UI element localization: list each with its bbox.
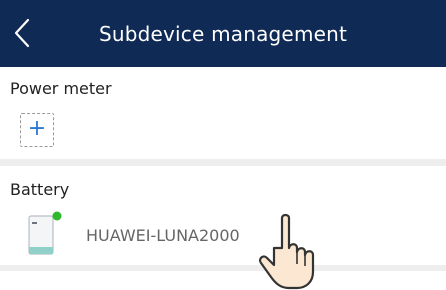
battery-device-icon[interactable] [26, 210, 62, 258]
power-meter-section: Power meter [0, 67, 446, 159]
add-power-meter-button[interactable]: + [20, 113, 54, 147]
power-meter-label: Power meter [10, 79, 112, 98]
plus-icon: + [27, 116, 47, 141]
battery-device-name[interactable]: HUAWEI-LUNA2000 [86, 226, 240, 245]
app-header: Subdevice management [0, 0, 446, 67]
section-divider [0, 265, 446, 271]
section-divider [0, 159, 446, 166]
subdevice-management-screen: Subdevice management Power meter + Batte… [0, 0, 446, 290]
pointing-hand-icon [259, 213, 315, 290]
battery-label: Battery [10, 180, 70, 199]
battery-section: Battery [0, 166, 446, 265]
page-title: Subdevice management [98, 22, 348, 46]
